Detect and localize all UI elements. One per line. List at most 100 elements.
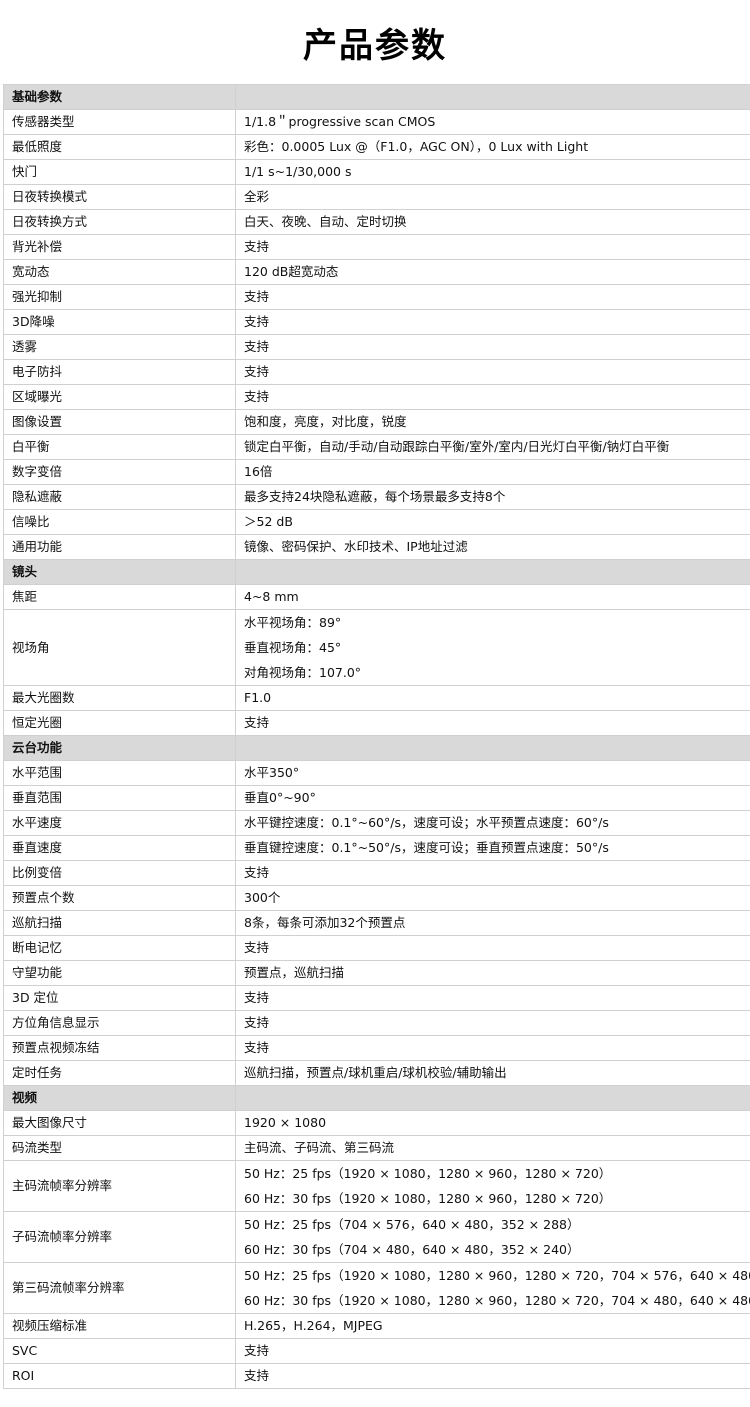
- section-header-empty-cell: [235, 84, 750, 110]
- spec-table-body: 基础参数 传感器类型 1/1.8＂progressive scan CMOS 最低照度…: [3, 84, 750, 1389]
- section-header-row: 镜头: [3, 559, 750, 585]
- spec-label: 宽动态: [3, 259, 236, 285]
- spec-value-cell: 白天、夜晚、自动、定时切换: [235, 209, 750, 235]
- spec-value: 支持: [244, 239, 270, 254]
- page-title: 产品参数: [303, 25, 447, 66]
- spec-label: 强光抑制: [3, 284, 236, 310]
- spec-label: 白平衡: [3, 434, 236, 460]
- spec-value: 8条，每条可添加32个预置点: [244, 915, 406, 930]
- spec-value: 4~8 mm: [244, 589, 299, 604]
- spec-value: 镜像、密码保护、水印技术、IP地址过滤: [244, 539, 468, 554]
- spec-value-cell: 最多支持24块隐私遮蔽，每个场景最多支持8个: [235, 484, 750, 510]
- spec-value-cell: 1920 × 1080: [235, 1110, 750, 1136]
- section-header-empty-cell: [235, 1085, 750, 1111]
- spec-label: 背光补偿: [3, 234, 236, 260]
- spec-value: 60 Hz：30 fps（704 × 480，640 × 480，352 × 2…: [244, 1242, 580, 1257]
- spec-value-cell: 水平350°: [235, 760, 750, 786]
- spec-value-cell: 8条，每条可添加32个预置点: [235, 910, 750, 936]
- spec-label: 数字变倍: [3, 459, 236, 485]
- spec-row: 3D 定位 支持: [3, 985, 750, 1011]
- spec-label: 通用功能: [3, 534, 236, 560]
- spec-label: 最大图像尺寸: [3, 1110, 236, 1136]
- spec-value-cell: 支持: [235, 860, 750, 886]
- spec-label: 3D 定位: [3, 985, 236, 1011]
- section-header-row: 基础参数: [3, 84, 750, 110]
- spec-value-cell: 支持: [235, 334, 750, 360]
- spec-value-cell: 支持: [235, 1010, 750, 1036]
- spec-value-cell: 垂直0°~90°: [235, 785, 750, 811]
- spec-value-cell: 支持: [235, 710, 750, 736]
- spec-row: 方位角信息显示 支持: [3, 1010, 750, 1036]
- spec-value-cell: 支持: [235, 1363, 750, 1389]
- spec-value-cell: 支持: [235, 935, 750, 961]
- spec-value-cell: 300个: [235, 885, 750, 911]
- spec-value-cell: 支持: [235, 1035, 750, 1061]
- spec-value-cell: 镜像、密码保护、水印技术、IP地址过滤: [235, 534, 750, 560]
- spec-row: 传感器类型 1/1.8＂progressive scan CMOS: [3, 109, 750, 135]
- spec-value: 垂直视场角：45°: [244, 640, 342, 655]
- spec-value: 水平350°: [244, 765, 300, 780]
- spec-row: 电子防抖 支持: [3, 359, 750, 385]
- spec-value-cell: 50 Hz：25 fps（1920 × 1080，1280 × 960，1280…: [235, 1160, 750, 1212]
- spec-row: 数字变倍 16倍: [3, 459, 750, 485]
- spec-value: 最多支持24块隐私遮蔽，每个场景最多支持8个: [244, 489, 506, 504]
- spec-value: 支持: [244, 1343, 270, 1358]
- spec-value-cell: 120 dB超宽动态: [235, 259, 750, 285]
- spec-value-cell: 1/1 s~1/30,000 s: [235, 159, 750, 185]
- spec-label: 视场角: [3, 609, 236, 686]
- spec-value: 50 Hz：25 fps（1920 × 1080，1280 × 960，1280…: [244, 1268, 750, 1283]
- spec-row: 焦距 4~8 mm: [3, 584, 750, 610]
- spec-value: 60 Hz：30 fps（1920 × 1080，1280 × 960，1280…: [244, 1293, 750, 1308]
- spec-value-cell: 支持: [235, 1338, 750, 1364]
- section-title: 视频: [3, 1085, 236, 1111]
- spec-row: 断电记忆 支持: [3, 935, 750, 961]
- spec-value-cell: 锁定白平衡，自动/手动/自动跟踪白平衡/室外/室内/日光灯白平衡/钠灯白平衡: [235, 434, 750, 460]
- spec-label: 主码流帧率分辨率: [3, 1160, 236, 1212]
- spec-row: 3D降噪 支持: [3, 309, 750, 335]
- spec-row: 水平范围 水平350°: [3, 760, 750, 786]
- spec-row: 图像设置 饱和度，亮度，对比度，锐度: [3, 409, 750, 435]
- section-title: 基础参数: [3, 84, 236, 110]
- spec-value-cell: 饱和度，亮度，对比度，锐度: [235, 409, 750, 435]
- spec-label: ROI: [3, 1363, 236, 1389]
- spec-label: 预置点视频冻结: [3, 1035, 236, 1061]
- spec-value-cell: 16倍: [235, 459, 750, 485]
- spec-value-cell: 支持: [235, 384, 750, 410]
- spec-label: 恒定光圈: [3, 710, 236, 736]
- spec-row: 巡航扫描 8条，每条可添加32个预置点: [3, 910, 750, 936]
- spec-row: 隐私遮蔽 最多支持24块隐私遮蔽，每个场景最多支持8个: [3, 484, 750, 510]
- spec-value-cell: 4~8 mm: [235, 584, 750, 610]
- spec-value: 16倍: [244, 464, 273, 479]
- spec-value-cell: 支持: [235, 309, 750, 335]
- section-header-empty-cell: [235, 559, 750, 585]
- spec-label: 水平速度: [3, 810, 236, 836]
- spec-value: 1/1 s~1/30,000 s: [244, 164, 352, 179]
- spec-value: 1920 × 1080: [244, 1115, 327, 1130]
- spec-value-cell: 垂直键控速度：0.1°~50°/s，速度可设；垂直预置点速度：50°/s: [235, 835, 750, 861]
- spec-row: 水平速度 水平键控速度：0.1°~60°/s，速度可设；水平预置点速度：60°/s: [3, 810, 750, 836]
- spec-row: SVC 支持: [3, 1338, 750, 1364]
- spec-value-cell: 预置点，巡航扫描: [235, 960, 750, 986]
- spec-row: 第三码流帧率分辨率 50 Hz：25 fps（1920 × 1080，1280 ×…: [3, 1262, 750, 1314]
- spec-row: 宽动态 120 dB超宽动态: [3, 259, 750, 285]
- spec-label: 预置点个数: [3, 885, 236, 911]
- spec-label: 隐私遮蔽: [3, 484, 236, 510]
- spec-value: H.265，H.264，MJPEG: [244, 1318, 383, 1333]
- spec-row: 日夜转换模式 全彩: [3, 184, 750, 210]
- spec-label: 传感器类型: [3, 109, 236, 135]
- spec-value: 支持: [244, 990, 270, 1005]
- spec-value: 白天、夜晚、自动、定时切换: [244, 214, 407, 229]
- section-header-empty-cell: [235, 735, 750, 761]
- spec-row: 最大图像尺寸 1920 × 1080: [3, 1110, 750, 1136]
- spec-value: 支持: [244, 715, 270, 730]
- spec-value-cell: 支持: [235, 234, 750, 260]
- spec-row: 背光补偿 支持: [3, 234, 750, 260]
- spec-value-cell: 50 Hz：25 fps（1920 × 1080，1280 × 960，1280…: [235, 1262, 750, 1314]
- spec-label: 焦距: [3, 584, 236, 610]
- spec-value-cell: F1.0: [235, 685, 750, 711]
- spec-value: 支持: [244, 940, 270, 955]
- spec-row: 定时任务 巡航扫描，预置点/球机重启/球机校验/辅助输出: [3, 1060, 750, 1086]
- spec-value: ＞52 dB: [244, 514, 293, 529]
- spec-label: 巡航扫描: [3, 910, 236, 936]
- spec-label: 定时任务: [3, 1060, 236, 1086]
